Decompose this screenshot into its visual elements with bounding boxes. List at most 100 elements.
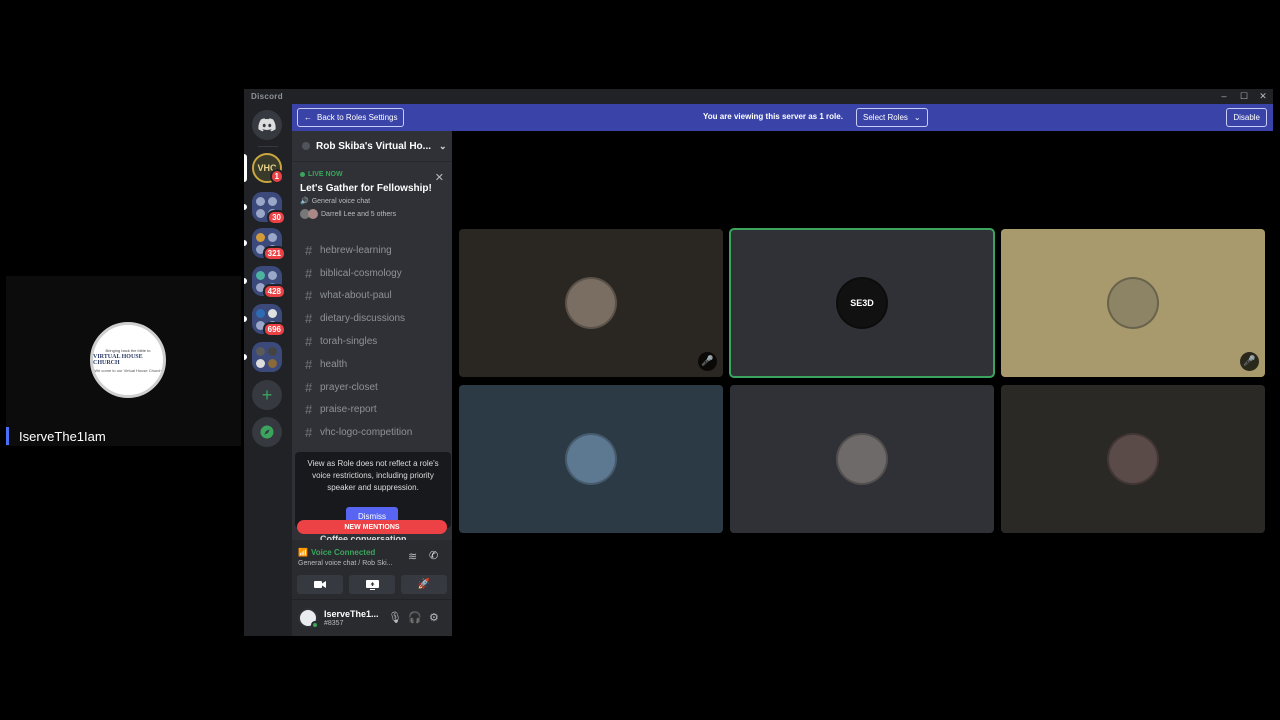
channel-item[interactable]: # praise-report xyxy=(292,399,452,422)
unread-pill xyxy=(244,278,247,284)
role-banner-message: You are viewing this server as 1 role. xyxy=(703,112,843,121)
hash-icon: # xyxy=(305,379,313,395)
server-icon-rob-skiba[interactable]: VHC 1 xyxy=(252,153,284,184)
server-name: Rob Skiba's Virtual Ho... xyxy=(316,140,431,152)
voice-channel-detail[interactable]: General voice chat / Rob Ski... xyxy=(298,560,393,567)
close-icon[interactable]: ✕ xyxy=(435,171,444,184)
avatar-text: SE3D xyxy=(850,298,874,308)
hash-icon: # xyxy=(305,288,313,304)
server-folder-4[interactable]: 696 xyxy=(252,304,286,337)
compass-icon xyxy=(260,425,274,439)
screen-share-button[interactable] xyxy=(349,575,395,594)
participant-avatar xyxy=(836,433,888,485)
participant-avatar: SE3D xyxy=(836,277,888,329)
channel-item[interactable]: # what-about-paul xyxy=(292,285,452,308)
unread-pill xyxy=(244,204,247,210)
participant-tile[interactable] xyxy=(1001,385,1265,533)
disable-button[interactable]: Disable xyxy=(1226,108,1267,127)
unread-pill xyxy=(244,354,247,360)
camera-button[interactable] xyxy=(297,575,343,594)
app-title: Discord xyxy=(251,92,283,101)
live-event-title: Let's Gather for Fellowship! xyxy=(300,183,432,194)
activity-button[interactable]: 🚀 xyxy=(401,575,447,594)
view-as-role-tooltip: View as Role does not reflect a role's v… xyxy=(295,452,451,528)
noise-suppression-icon[interactable]: ≋ xyxy=(408,550,417,563)
participant-tile[interactable] xyxy=(459,385,723,533)
user-avatar[interactable] xyxy=(298,608,319,629)
server-folder-3[interactable]: 428 xyxy=(252,266,286,299)
live-channel-label: General voice chat xyxy=(311,197,371,205)
microphone-icon[interactable]: 🎙 xyxy=(388,611,402,624)
avatar-subline: We come to our Virtual House Church xyxy=(94,367,162,373)
back-to-roles-label: Back to Roles Settings xyxy=(317,113,398,122)
server-status-icon xyxy=(302,142,310,150)
channel-item[interactable]: # vhc-logo-competition xyxy=(292,421,452,444)
channel-item[interactable]: # hebrew-learning xyxy=(292,239,452,262)
participant-avatar xyxy=(1107,277,1159,329)
user-tag: #8357 xyxy=(324,620,344,627)
server-folder-badge: 696 xyxy=(262,322,286,337)
unread-pill xyxy=(244,240,247,246)
server-folder-5[interactable] xyxy=(252,342,282,372)
channel-label: health xyxy=(320,358,348,370)
hash-icon: # xyxy=(305,311,313,327)
disconnect-call-icon[interactable]: ✆ xyxy=(429,549,438,562)
channel-label: prayer-closet xyxy=(320,381,378,393)
live-stage-card[interactable]: LIVE NOW ✕ Let's Gather for Fellowship! … xyxy=(300,171,446,233)
home-button[interactable] xyxy=(252,110,282,140)
channel-label: biblical-cosmology xyxy=(320,267,402,279)
explore-servers-button[interactable] xyxy=(252,417,282,447)
video-camera-icon xyxy=(314,581,326,588)
new-mentions-button[interactable]: NEW MENTIONS xyxy=(297,520,447,534)
add-server-button[interactable]: + xyxy=(252,380,282,410)
voice-connected-status[interactable]: 📶 Voice Connected xyxy=(298,548,375,557)
chevron-down-icon: ⌄ xyxy=(439,140,447,151)
server-header[interactable]: Rob Skiba's Virtual Ho... ⌄ xyxy=(292,131,452,162)
channel-item[interactable]: # prayer-closet xyxy=(292,376,452,399)
live-event-participants: Darrell Lee and 5 others xyxy=(300,209,446,219)
back-to-roles-button[interactable]: ← Back to Roles Settings xyxy=(297,108,405,127)
screen: Bringing back the bible to VIRTUAL HOUSE… xyxy=(0,0,1280,720)
participant-avatar xyxy=(308,209,318,219)
hash-icon: # xyxy=(305,356,313,372)
tooltip-text: View as Role does not reflect a role's v… xyxy=(307,459,439,492)
channel-item[interactable]: # health xyxy=(292,353,452,376)
discord-logo-icon xyxy=(258,118,276,132)
arrow-left-icon: ← xyxy=(304,113,312,122)
channel-list: # hebrew-learning # biblical-cosmology # wh… xyxy=(292,239,452,444)
server-folder-1[interactable]: 30 xyxy=(252,192,286,225)
participant-avatar xyxy=(1107,433,1159,485)
hash-icon: # xyxy=(305,425,313,441)
participant-avatar xyxy=(565,277,617,329)
close-window-button[interactable]: ✕ xyxy=(1256,90,1270,103)
gear-icon[interactable]: ⚙ xyxy=(429,611,439,624)
user-name: IserveThe1... xyxy=(324,609,379,619)
channel-item[interactable]: # dietary-discussions xyxy=(292,307,452,330)
view-as-role-banner: ← Back to Roles Settings You are viewing… xyxy=(292,104,1273,131)
stream-name-accent xyxy=(6,427,9,445)
headphones-icon[interactable]: 🎧 xyxy=(408,611,422,624)
stream-preview-tile[interactable]: Bringing back the bible to VIRTUAL HOUSE… xyxy=(6,276,241,446)
discord-window: Discord – ☐ ✕ VHC 1 30 321 428 696 + ← B… xyxy=(244,89,1273,636)
unread-pill xyxy=(244,316,247,322)
minimize-button[interactable]: – xyxy=(1217,90,1231,103)
voice-status-label: Voice Connected xyxy=(310,548,376,557)
participant-tile[interactable]: 🎤 xyxy=(1001,229,1265,377)
hash-icon: # xyxy=(305,402,313,418)
screen-share-icon xyxy=(365,579,379,590)
channel-item[interactable]: # torah-singles xyxy=(292,330,452,353)
voice-connection-panel: 📶 Voice Connected General voice chat / R… xyxy=(292,540,452,600)
channel-item[interactable]: # biblical-cosmology xyxy=(292,262,452,285)
maximize-button[interactable]: ☐ xyxy=(1237,90,1251,103)
hash-icon: # xyxy=(305,334,313,350)
server-folder-2[interactable]: 321 xyxy=(252,228,286,261)
user-panel: IserveThe1... #8357 🎙 🎧 ⚙ xyxy=(292,600,452,636)
participant-tile[interactable] xyxy=(730,385,994,533)
rail-divider xyxy=(258,146,278,147)
live-dot-icon xyxy=(300,172,305,177)
participant-tile[interactable]: 🎤 xyxy=(459,229,723,377)
select-roles-button[interactable]: Select Roles ⌄ xyxy=(856,108,928,127)
participant-tile[interactable]: SE3D xyxy=(729,228,995,378)
avatar-logo-text: VIRTUAL HOUSE CHURCH xyxy=(93,353,143,366)
signal-icon: 📶 xyxy=(298,548,308,557)
